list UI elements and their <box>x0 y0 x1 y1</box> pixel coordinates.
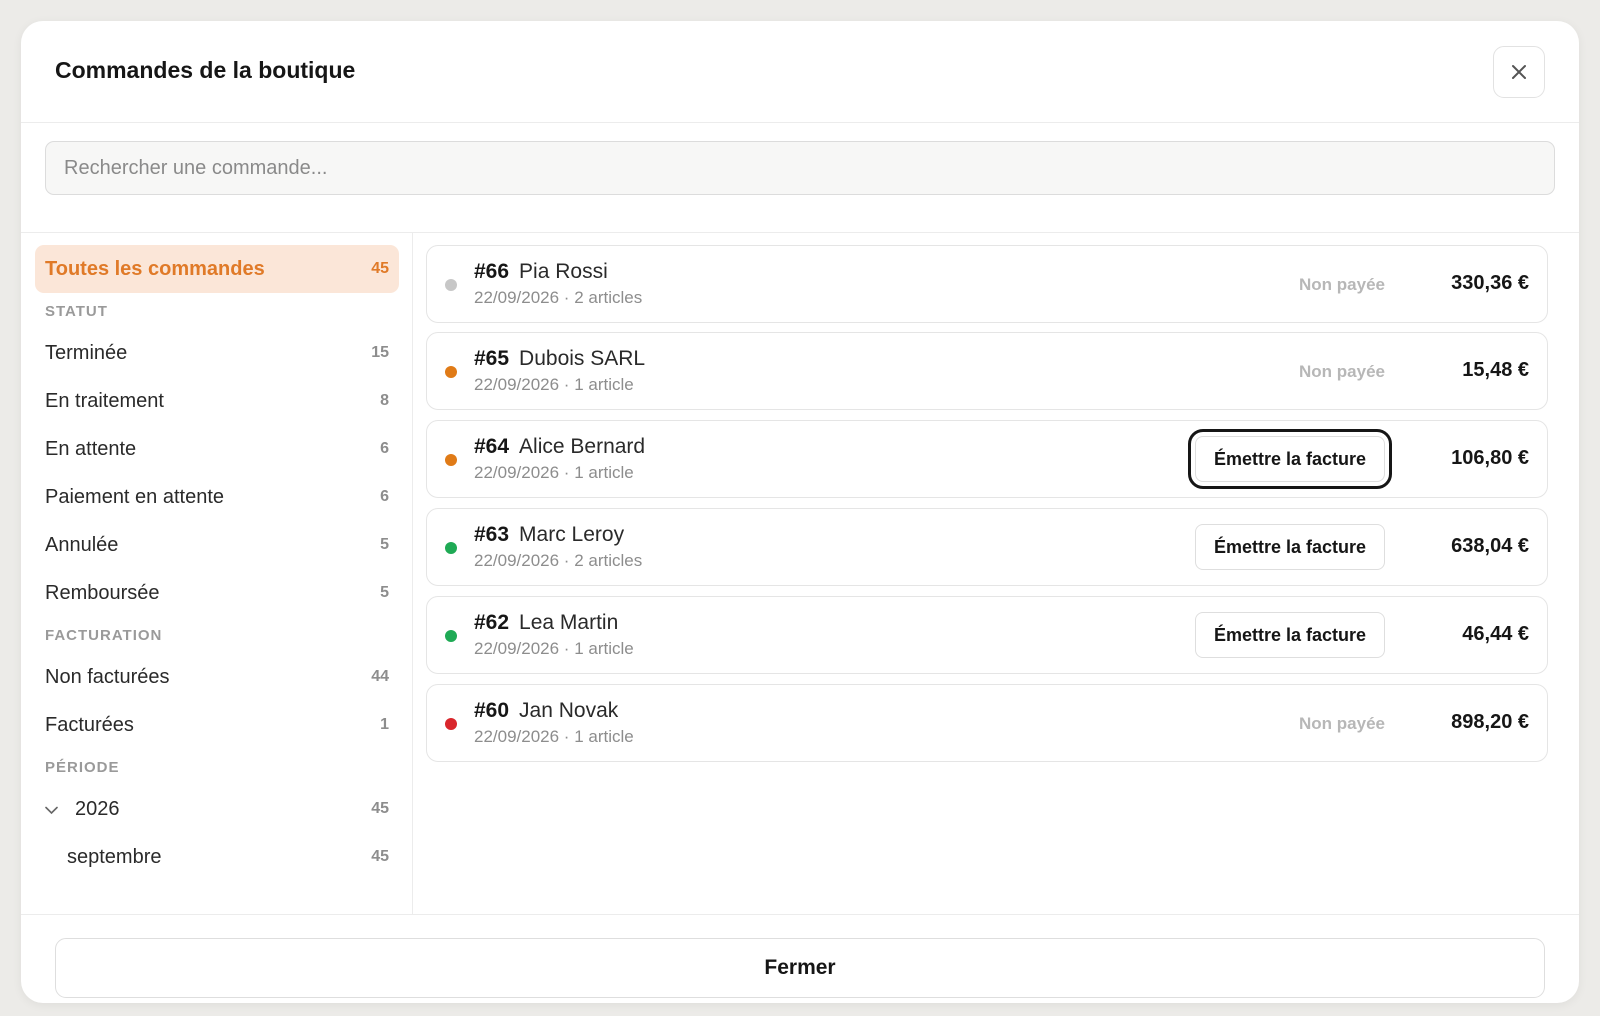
orders-list: #66 Pia Rossi 22/09/2026 · 2 articles Non… <box>413 233 1579 914</box>
sidebar-item-label: 2026 <box>75 797 120 820</box>
sidebar-item-annulee[interactable]: Annulée 5 <box>35 521 399 569</box>
payment-status: Non payée <box>1299 362 1385 381</box>
sidebar-item-facturees[interactable]: Facturées 1 <box>35 701 399 749</box>
sidebar-item-label: Non facturées <box>45 665 170 688</box>
order-title: #62 Lea Martin <box>474 611 618 635</box>
sidebar-item-en-traitement[interactable]: En traitement 8 <box>35 377 399 425</box>
close-modal-button[interactable]: Fermer <box>55 938 1545 998</box>
sidebar-item-en-attente[interactable]: En attente 6 <box>35 425 399 473</box>
order-meta: 22/09/2026 · 1 article <box>474 463 634 482</box>
filter-sidebar: Toutes les commandes 45 STATUT Terminée … <box>21 233 413 914</box>
order-number: #60 <box>474 699 510 722</box>
order-meta: 22/09/2026 · 2 articles <box>474 551 643 570</box>
close-icon <box>1512 65 1526 79</box>
order-meta: 22/09/2026 · 1 article <box>474 639 634 658</box>
order-number: #65 <box>474 347 510 370</box>
order-row[interactable]: #60 Jan Novak 22/09/2026 · 1 article Non … <box>426 684 1548 762</box>
order-customer: Alice Bernard <box>519 435 646 458</box>
issue-invoice-button[interactable]: Émettre la facture <box>1195 612 1385 658</box>
sidebar-item-label: Remboursée <box>45 581 160 604</box>
sidebar-item-month-septembre[interactable]: septembre 45 <box>35 833 399 881</box>
sidebar-item-terminee[interactable]: Terminée 15 <box>35 329 399 377</box>
order-row[interactable]: #65 Dubois SARL 22/09/2026 · 1 article No… <box>426 332 1548 410</box>
search-bar <box>21 123 1579 233</box>
order-row[interactable]: #64 Alice Bernard 22/09/2026 · 1 article … <box>426 420 1548 498</box>
sidebar-item-count: 6 <box>380 488 389 505</box>
sidebar-item-non-facturees[interactable]: Non facturées 44 <box>35 653 399 701</box>
order-meta: 22/09/2026 · 1 article <box>474 727 634 746</box>
section-title-period: PÉRIODE <box>45 759 120 776</box>
modal-header: Commandes de la boutique <box>21 21 1579 123</box>
order-title: #64 Alice Bernard <box>474 435 645 459</box>
issue-invoice-button[interactable]: Émettre la facture <box>1188 429 1392 489</box>
order-amount: 638,04 € <box>1451 535 1529 557</box>
modal-footer: Fermer <box>21 914 1579 1003</box>
order-number: #64 <box>474 435 510 458</box>
sidebar-item-remboursee[interactable]: Remboursée 5 <box>35 569 399 617</box>
order-status-dot <box>445 279 457 291</box>
order-meta: 22/09/2026 · 2 articles <box>474 288 643 307</box>
sidebar-item-label: Annulée <box>45 533 119 556</box>
order-status-dot <box>445 718 457 730</box>
order-title: #60 Jan Novak <box>474 699 618 723</box>
sidebar-item-paiement-en-attente[interactable]: Paiement en attente 6 <box>35 473 399 521</box>
order-meta: 22/09/2026 · 1 article <box>474 375 634 394</box>
order-row[interactable]: #66 Pia Rossi 22/09/2026 · 2 articles Non… <box>426 245 1548 323</box>
sidebar-item-count: 44 <box>371 668 389 685</box>
order-amount: 330,36 € <box>1451 272 1529 294</box>
order-amount: 46,44 € <box>1462 623 1529 645</box>
orders-modal: Commandes de la boutique Toutes les comm… <box>21 21 1579 1003</box>
order-customer: Jan Novak <box>519 699 619 722</box>
order-amount: 15,48 € <box>1462 359 1529 381</box>
close-button[interactable] <box>1493 46 1545 98</box>
sidebar-item-year-2026[interactable]: 2026 45 <box>35 785 399 833</box>
sidebar-item-label: Facturées <box>45 713 134 736</box>
order-number: #66 <box>474 260 510 283</box>
order-customer: Marc Leroy <box>519 523 625 546</box>
payment-status: Non payée <box>1299 275 1385 294</box>
order-row[interactable]: #63 Marc Leroy 22/09/2026 · 2 articles Ém… <box>426 508 1548 586</box>
order-status-dot <box>445 542 457 554</box>
order-title: #63 Marc Leroy <box>474 523 624 547</box>
search-input[interactable] <box>45 141 1555 195</box>
sidebar-item-label: Paiement en attente <box>45 485 225 508</box>
order-status-dot <box>445 454 457 466</box>
order-number: #62 <box>474 611 510 634</box>
sidebar-item-label: En attente <box>45 437 137 460</box>
sidebar-item-label: Toutes les commandes <box>45 257 265 280</box>
order-number: #63 <box>474 523 510 546</box>
issue-invoice-button[interactable]: Émettre la facture <box>1195 524 1385 570</box>
sidebar-item-count: 5 <box>380 536 389 553</box>
order-customer: Pia Rossi <box>519 260 608 283</box>
order-row[interactable]: #62 Lea Martin 22/09/2026 · 1 article Éme… <box>426 596 1548 674</box>
order-status-dot <box>445 630 457 642</box>
chevron-down-icon[interactable] <box>45 798 58 821</box>
sidebar-item-label: septembre <box>67 845 162 868</box>
sidebar-item-count: 45 <box>371 848 389 865</box>
order-status-dot <box>445 366 457 378</box>
sidebar-item-count: 15 <box>371 344 389 361</box>
order-amount: 898,20 € <box>1451 711 1529 733</box>
section-title-billing: FACTURATION <box>45 627 163 644</box>
sidebar-item-count: 6 <box>380 440 389 457</box>
section-title-status: STATUT <box>45 303 108 320</box>
modal-title: Commandes de la boutique <box>55 57 356 83</box>
sidebar-item-count: 5 <box>380 584 389 601</box>
sidebar-item-count: 1 <box>380 716 389 733</box>
sidebar-item-label: En traitement <box>45 389 164 412</box>
order-title: #66 Pia Rossi <box>474 260 608 284</box>
sidebar-item-count: 8 <box>380 392 389 409</box>
sidebar-item-label: Terminée <box>45 341 128 364</box>
order-customer: Dubois SARL <box>519 347 646 370</box>
sidebar-item-count: 45 <box>371 800 389 817</box>
payment-status: Non payée <box>1299 714 1385 733</box>
sidebar-item-all-orders[interactable]: Toutes les commandes 45 <box>35 245 399 293</box>
sidebar-item-count: 45 <box>371 260 389 277</box>
order-customer: Lea Martin <box>519 611 619 634</box>
order-amount: 106,80 € <box>1451 447 1529 469</box>
order-title: #65 Dubois SARL <box>474 347 645 371</box>
year-label-wrap: 2026 <box>45 798 120 821</box>
